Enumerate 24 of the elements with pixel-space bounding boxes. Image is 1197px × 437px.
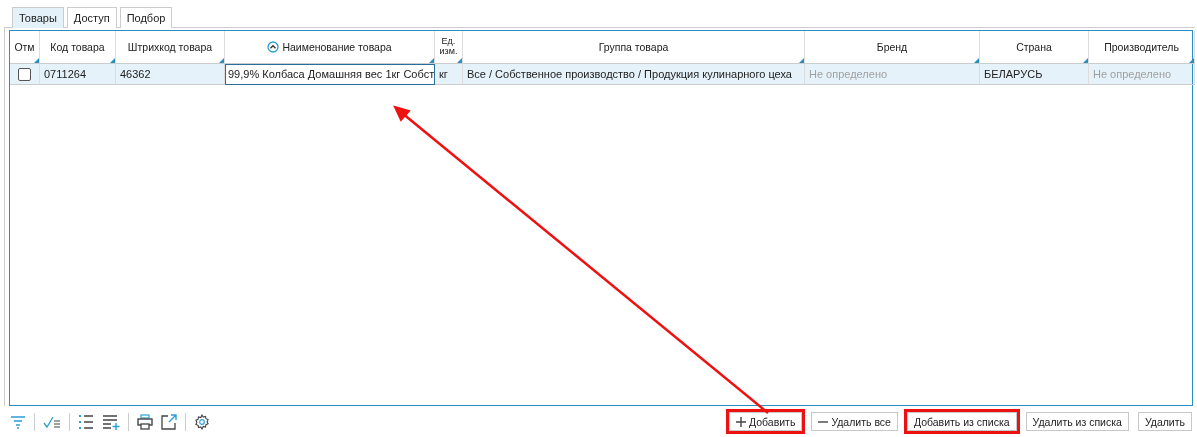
tab[interactable]: Доступ: [66, 7, 117, 28]
table-cell: 0711264: [40, 64, 116, 85]
action-button[interactable]: Добавить из списка: [906, 412, 1017, 431]
table-cell: 99,9% Колбаса Домашняя вес 1кг Собст: [225, 64, 435, 85]
action-button[interactable]: Добавить: [728, 412, 803, 431]
settings-icon[interactable]: [194, 413, 210, 430]
table-cell: кг: [435, 64, 463, 85]
action-button[interactable]: Удалить: [1137, 412, 1192, 431]
table-cell: БЕЛАРУСЬ: [980, 64, 1089, 85]
action-button[interactable]: Удалить все: [811, 412, 898, 431]
checklist-icon[interactable]: [43, 414, 61, 429]
export-icon[interactable]: [161, 413, 177, 430]
table-cell: Не определено: [805, 64, 980, 85]
action-button[interactable]: Удалить из списка: [1025, 412, 1129, 431]
plus-icon: [735, 416, 746, 427]
table-cell: Все / Собственное производство / Продукция кулинарного цеха: [463, 64, 805, 85]
tab[interactable]: Товары: [12, 7, 64, 28]
print-icon[interactable]: [137, 413, 153, 430]
add-row-icon[interactable]: [102, 413, 120, 430]
numbered-list-icon[interactable]: [78, 413, 94, 430]
sort-icon: [267, 41, 280, 53]
tab[interactable]: Подбор: [119, 7, 173, 28]
table-cell: Не определено: [1089, 64, 1195, 85]
checkbox[interactable]: [18, 67, 31, 81]
